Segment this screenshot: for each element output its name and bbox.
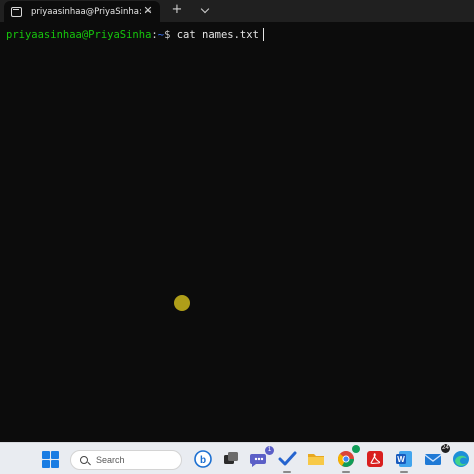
chrome-icon[interactable]: [336, 445, 360, 473]
mail-unread-badge: 24: [441, 444, 450, 453]
svg-text:W: W: [397, 455, 405, 464]
chrome-profile-badge: [352, 445, 360, 453]
terminal-icon: [11, 6, 22, 17]
new-tab-button[interactable]: +: [170, 3, 184, 17]
close-tab-icon[interactable]: ✕: [142, 5, 154, 17]
mail-icon[interactable]: 24: [423, 444, 450, 469]
task-view-icon[interactable]: [221, 449, 241, 469]
search-icon: [80, 456, 88, 464]
running-indicator: [400, 471, 408, 473]
edge-icon[interactable]: [451, 449, 471, 469]
svg-text:b: b: [200, 455, 206, 466]
todo-icon[interactable]: [277, 449, 297, 473]
title-bar: priyaasinhaa@PriyaSinha: ~ ✕ +: [0, 0, 474, 22]
running-indicator: [342, 471, 350, 473]
running-indicator: [283, 471, 291, 473]
terminal-output[interactable]: priyaasinhaa@PriyaSinha: ~ $ cat names.txt: [0, 22, 474, 442]
taskbar-search-input[interactable]: Search: [70, 450, 182, 470]
mouse-click-indicator: [174, 295, 190, 311]
teams-notification-badge: 1: [265, 446, 274, 455]
search-placeholder: Search: [96, 455, 125, 465]
acrobat-icon[interactable]: [365, 449, 385, 469]
taskbar: Search b 1 W 24: [0, 442, 474, 474]
word-icon[interactable]: W: [394, 449, 414, 473]
file-explorer-icon[interactable]: [306, 449, 326, 469]
windows-start-icon[interactable]: [42, 451, 60, 469]
teams-chat-icon[interactable]: 1: [249, 446, 274, 469]
tab-dropdown-chevron-icon[interactable]: [199, 3, 213, 17]
prompt-line: priyaasinhaa@PriyaSinha: ~ $ cat names.txt: [6, 28, 265, 41]
text-cursor: [262, 28, 265, 41]
terminal-tab[interactable]: priyaasinhaa@PriyaSinha: ~ ✕: [4, 1, 160, 22]
bing-icon[interactable]: b: [193, 449, 213, 469]
prompt-user-host: priyaasinhaa@PriyaSinha: [6, 28, 152, 41]
tab-title: priyaasinhaa@PriyaSinha: ~: [31, 6, 152, 17]
typed-command: cat names.txt: [170, 28, 259, 41]
